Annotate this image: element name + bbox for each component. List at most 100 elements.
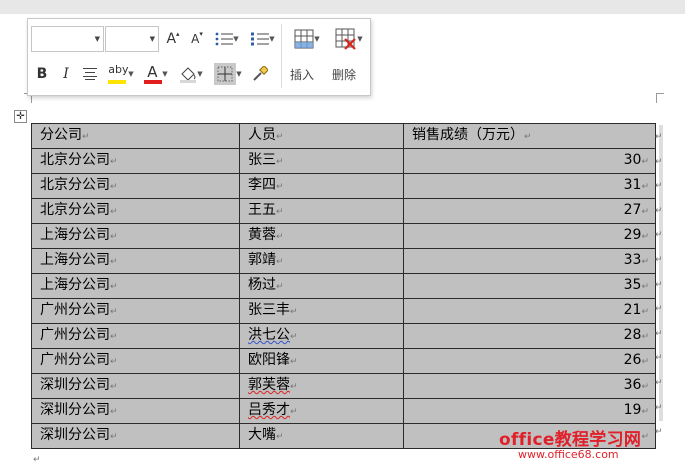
- table-cell[interactable]: 北京分公司↵: [31, 148, 240, 174]
- table-row: 广州分公司↵ 张三丰↵ 21↵: [31, 298, 656, 324]
- cell-end-mark: ↵: [276, 207, 284, 217]
- table-cell-text: 上海分公司: [40, 277, 110, 293]
- table-cell[interactable]: 上海分公司↵: [31, 223, 240, 249]
- font-color-swatch: [144, 80, 163, 84]
- cell-end-mark: ↵: [641, 382, 649, 392]
- header-cell[interactable]: 人员↵: [239, 123, 404, 149]
- table-cell[interactable]: 28↵: [403, 323, 656, 349]
- table-cell[interactable]: 21↵: [403, 298, 656, 324]
- table-cell[interactable]: 广州分公司↵: [31, 323, 240, 349]
- table-cell[interactable]: 北京分公司↵: [31, 173, 240, 199]
- row-end-mark: ↵: [655, 378, 663, 388]
- table-row: 上海分公司↵ 郭靖↵ 33↵: [31, 248, 656, 274]
- table-cell[interactable]: 杨过↵: [239, 273, 404, 299]
- table-delete-grid-button[interactable]: ▼: [330, 25, 368, 53]
- table-move-handle-icon[interactable]: ✛: [14, 110, 27, 123]
- table-cell[interactable]: 33↵: [403, 248, 656, 274]
- table-cell[interactable]: 广州分公司↵: [31, 298, 240, 324]
- table-cell[interactable]: 广州分公司↵: [31, 348, 240, 374]
- italic-button[interactable]: I: [56, 63, 76, 85]
- table-cell[interactable]: 李四↵: [239, 173, 404, 199]
- table-cell-text: 深圳分公司: [40, 377, 110, 393]
- font-size-combo[interactable]: ▼: [105, 26, 159, 52]
- chevron-down-icon: ▼: [314, 35, 320, 43]
- bullets-button[interactable]: ▼: [211, 27, 243, 51]
- align-center-icon: [83, 68, 97, 80]
- table-cell[interactable]: 王五↵: [239, 198, 404, 224]
- highlight-color-button[interactable]: aby ▼: [104, 61, 138, 87]
- table-cell[interactable]: 27↵: [403, 198, 656, 224]
- table-cell[interactable]: 深圳分公司↵: [31, 423, 240, 449]
- header-cell[interactable]: 分公司↵: [31, 123, 240, 149]
- table-cell-text: 欧阳锋: [248, 352, 290, 368]
- table-cell[interactable]: 深圳分公司↵: [31, 373, 240, 399]
- table-cell[interactable]: 36↵: [403, 373, 656, 399]
- table-cell-text: 广州分公司: [40, 302, 110, 318]
- table-insert-icon: [294, 29, 314, 49]
- cell-end-mark: ↵: [290, 407, 298, 417]
- table-cell-text: 29: [623, 227, 642, 243]
- cell-end-mark: ↵: [641, 157, 649, 167]
- cell-end-mark: ↵: [276, 232, 284, 242]
- table-cell[interactable]: 张三丰↵: [239, 298, 404, 324]
- table-cell-text: 郭芙蓉: [248, 377, 290, 393]
- table-cell[interactable]: 吕秀才↵: [239, 398, 404, 424]
- borders-button[interactable]: ▼: [210, 61, 246, 87]
- watermark-url: www.office68.com: [518, 448, 619, 461]
- row-end-mark: ↵: [655, 132, 663, 142]
- table-cell[interactable]: 大嘴↵: [239, 423, 404, 449]
- cell-end-mark: ↵: [290, 332, 298, 342]
- table-cell-text: 27: [623, 202, 642, 218]
- cell-end-mark: ↵: [110, 282, 118, 292]
- numbering-button[interactable]: ▼: [246, 27, 280, 51]
- format-painter-button[interactable]: [249, 63, 271, 85]
- cell-end-mark: ↵: [276, 432, 284, 442]
- header-cell[interactable]: 销售成绩（万元）↵: [403, 123, 656, 149]
- row-end-mark: ↵: [655, 156, 663, 167]
- table-cell-text: 35: [623, 277, 642, 293]
- header-cell-text: 分公司: [40, 127, 82, 143]
- table-cell[interactable]: 19↵: [403, 398, 656, 424]
- shading-button[interactable]: ▼: [175, 61, 207, 87]
- table-cell-text: 北京分公司: [40, 177, 110, 193]
- cell-end-mark: ↵: [641, 182, 649, 192]
- grow-font-button[interactable]: A ▴: [164, 29, 182, 49]
- cell-end-mark: ↵: [641, 432, 649, 442]
- table-cell[interactable]: 深圳分公司↵: [31, 398, 240, 424]
- bold-button[interactable]: B: [32, 63, 52, 85]
- table-cell[interactable]: 郭芙蓉↵: [239, 373, 404, 399]
- table-cell[interactable]: 上海分公司↵: [31, 273, 240, 299]
- numbering-icon: [251, 32, 270, 46]
- table-cell[interactable]: 欧阳锋↵: [239, 348, 404, 374]
- table-cell[interactable]: 郭靖↵: [239, 248, 404, 274]
- table-cell-text: 洪七公: [248, 327, 290, 343]
- table-cell-text: 21: [623, 302, 642, 318]
- shrink-font-button[interactable]: A ▾: [188, 29, 206, 49]
- table-cell-text: 张三丰: [248, 302, 290, 318]
- table-cell-text: 深圳分公司: [40, 427, 110, 443]
- table-cell[interactable]: 北京分公司↵: [31, 198, 240, 224]
- delete-label[interactable]: 删除: [332, 66, 356, 83]
- table-cell[interactable]: 上海分公司↵: [31, 248, 240, 274]
- table-cell[interactable]: 31↵: [403, 173, 656, 199]
- center-align-button[interactable]: [79, 63, 101, 85]
- table-cell-text: 28: [623, 327, 642, 343]
- table-cell[interactable]: 张三↵: [239, 148, 404, 174]
- table-cell[interactable]: 30↵: [403, 148, 656, 174]
- table-cell[interactable]: 29↵: [403, 223, 656, 249]
- table-cell[interactable]: 黄蓉↵: [239, 223, 404, 249]
- table-insert-grid-button[interactable]: ▼: [288, 25, 326, 53]
- cell-end-mark: ↵: [641, 357, 649, 367]
- cell-end-mark: ↵: [290, 357, 298, 367]
- row-end-mark: ↵: [655, 279, 663, 290]
- insert-label[interactable]: 插入: [290, 66, 314, 83]
- font-name-combo[interactable]: ▼: [31, 26, 104, 52]
- table-cell[interactable]: 35↵: [403, 273, 656, 299]
- font-color-button[interactable]: A ▼: [140, 61, 172, 87]
- table-cell-text: 黄蓉: [248, 227, 276, 243]
- table-cell[interactable]: 26↵: [403, 348, 656, 374]
- table-row: 北京分公司↵ 王五↵ 27↵: [31, 198, 656, 224]
- highlight-icon: aby: [108, 63, 129, 76]
- table-cell-text: 上海分公司: [40, 252, 110, 268]
- table-cell[interactable]: 洪七公↵: [239, 323, 404, 349]
